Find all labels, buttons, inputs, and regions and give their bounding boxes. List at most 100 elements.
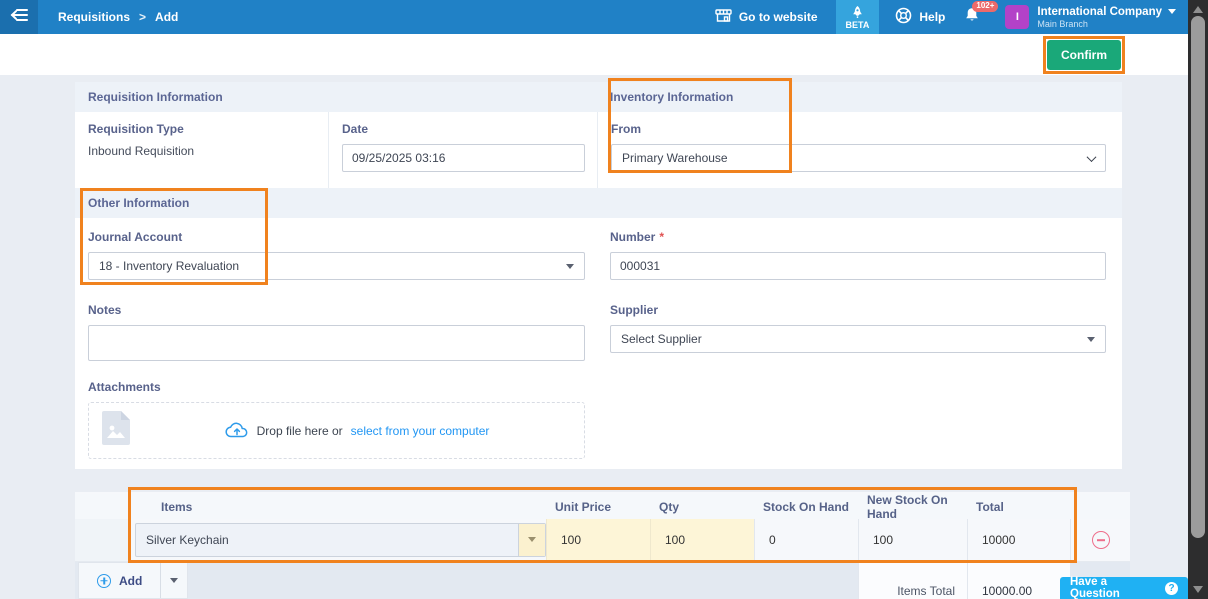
requisition-form-card: Requisition Information Inventory Inform…: [75, 82, 1122, 469]
requisition-information-title: Requisition Information: [75, 82, 597, 112]
go-to-website-label: Go to website: [739, 10, 818, 24]
item-select-dropdown-button[interactable]: [518, 524, 545, 556]
image-file-icon: [102, 411, 130, 450]
scrollbar-thumb[interactable]: [1191, 16, 1205, 538]
form-row-2: Journal Account 18 - Inventory Revaluati…: [75, 218, 1122, 302]
journal-account-select[interactable]: 18 - Inventory Revaluation: [88, 252, 585, 280]
qty-cell[interactable]: 100: [650, 519, 754, 561]
breadcrumb-separator: >: [139, 10, 146, 24]
remove-row-cell: [1070, 519, 1130, 561]
breadcrumb-section[interactable]: Requisitions: [58, 10, 130, 24]
action-bar: Confirm: [0, 34, 1188, 75]
items-table-header: Items Unit Price Qty Stock On Hand New S…: [75, 494, 1130, 519]
journal-account-value: 18 - Inventory Revaluation: [99, 259, 239, 273]
breadcrumb: Requisitions > Add: [58, 10, 178, 24]
collapse-sidebar-icon: [9, 8, 29, 27]
beta-label: BETA: [846, 20, 870, 30]
number-input[interactable]: [610, 252, 1106, 280]
scroll-up-arrow[interactable]: [1193, 6, 1203, 13]
have-a-question-button[interactable]: Have a Question ?: [1060, 577, 1188, 599]
rocket-icon: [852, 6, 863, 20]
row-gutter: [75, 519, 128, 561]
storefront-icon: [715, 9, 732, 25]
vertical-scrollbar: [1188, 0, 1208, 599]
other-information-title: Other Information: [75, 188, 1122, 218]
requisition-type-group: Requisition Type Inbound Requisition: [75, 112, 328, 188]
journal-account-group: Journal Account 18 - Inventory Revaluati…: [75, 218, 597, 302]
topbar: Requisitions > Add Go to website BETA: [0, 0, 1188, 34]
company-avatar: I: [1005, 5, 1029, 29]
items-column-header: Items: [128, 500, 546, 514]
chevron-down-icon: [1087, 152, 1097, 162]
stock-on-hand-cell: 0: [754, 519, 858, 561]
company-name: International Company: [1037, 6, 1162, 18]
requisition-type-value: Inbound Requisition: [88, 144, 316, 158]
section-headers-row: Requisition Information Inventory Inform…: [75, 82, 1122, 112]
dropdown-arrow-icon: [1087, 337, 1095, 342]
notifications-badge: 102+: [972, 1, 998, 12]
breadcrumb-page: Add: [155, 10, 178, 24]
required-marker: *: [659, 230, 664, 244]
requisition-type-label: Requisition Type: [88, 122, 316, 136]
new-stock-on-hand-column-header: New Stock On Hand: [858, 493, 967, 521]
total-cell: 10000: [967, 519, 1070, 561]
item-select[interactable]: Silver Keychain: [135, 523, 546, 557]
select-from-computer-link[interactable]: select from your computer: [351, 424, 490, 438]
go-to-website-link[interactable]: Go to website: [715, 9, 818, 25]
scroll-down-arrow[interactable]: [1193, 586, 1203, 593]
items-total-label: Items Total: [858, 575, 967, 599]
add-options-dropdown-button[interactable]: [161, 563, 187, 598]
dropdown-arrow-icon: [170, 578, 178, 583]
qty-column-header: Qty: [650, 500, 754, 514]
highlight-box-confirm: Confirm: [1043, 36, 1125, 74]
supplier-group: Supplier Select Supplier: [597, 302, 1122, 378]
supplier-select[interactable]: Select Supplier: [610, 325, 1106, 353]
form-row-3: Notes Supplier Select Supplier: [75, 302, 1122, 378]
notifications-button[interactable]: 102+: [963, 6, 981, 29]
confirm-button[interactable]: Confirm: [1047, 40, 1121, 70]
items-total-value: 10000.00: [967, 575, 1070, 599]
add-button-label: Add: [119, 574, 142, 588]
app-window: Requisitions > Add Go to website BETA: [0, 0, 1188, 599]
help-button[interactable]: Help: [895, 7, 945, 27]
dropdown-arrow-icon: [528, 537, 536, 542]
item-select-value: Silver Keychain: [136, 524, 518, 556]
inventory-information-title: Inventory Information: [597, 82, 1122, 112]
add-item-button[interactable]: Add: [79, 563, 161, 598]
new-stock-on-hand-cell: 100: [858, 519, 967, 561]
chevron-down-icon: [1168, 9, 1176, 14]
company-menu[interactable]: I International Company Main Branch: [1005, 5, 1176, 29]
attachments-group: Attachments Drop file here or select fro…: [75, 378, 1122, 469]
date-input[interactable]: [342, 144, 585, 172]
total-column-header: Total: [967, 500, 1070, 514]
remove-row-icon[interactable]: [1092, 531, 1110, 549]
dropdown-arrow-icon: [566, 264, 574, 269]
unit-price-column-header: Unit Price: [546, 500, 650, 514]
file-dropzone[interactable]: Drop file here or select from your compu…: [88, 402, 585, 459]
company-branch: Main Branch: [1037, 19, 1176, 29]
table-row: Silver Keychain 100 100 0 100 10000: [75, 519, 1130, 562]
notes-label: Notes: [88, 303, 585, 317]
items-total-row: Items Total 10000.00: [75, 575, 1130, 599]
from-group: From Primary Warehouse: [597, 112, 1122, 188]
lifebuoy-icon: [895, 7, 912, 27]
topbar-right: Go to website BETA Help 102+: [715, 0, 1188, 34]
plus-circle-icon: [97, 574, 111, 588]
stock-on-hand-column-header: Stock On Hand: [754, 500, 858, 514]
from-label: From: [611, 122, 1106, 136]
unit-price-cell[interactable]: 100: [546, 519, 650, 561]
date-group: Date: [328, 112, 597, 188]
beta-button[interactable]: BETA: [836, 0, 880, 34]
journal-account-label: Journal Account: [88, 230, 585, 244]
notes-group: Notes: [75, 302, 597, 378]
item-cell: Silver Keychain: [128, 519, 546, 561]
question-mark-icon: ?: [1165, 582, 1178, 595]
from-select[interactable]: Primary Warehouse: [611, 144, 1106, 172]
collapse-sidebar-button[interactable]: [0, 0, 38, 34]
attachments-label: Attachments: [88, 380, 1110, 394]
dropzone-text: Drop file here or: [257, 424, 343, 438]
bell-icon: [963, 11, 981, 28]
table-spacer-row: [75, 562, 1130, 575]
help-label: Help: [919, 10, 945, 24]
notes-textarea[interactable]: [88, 325, 585, 361]
